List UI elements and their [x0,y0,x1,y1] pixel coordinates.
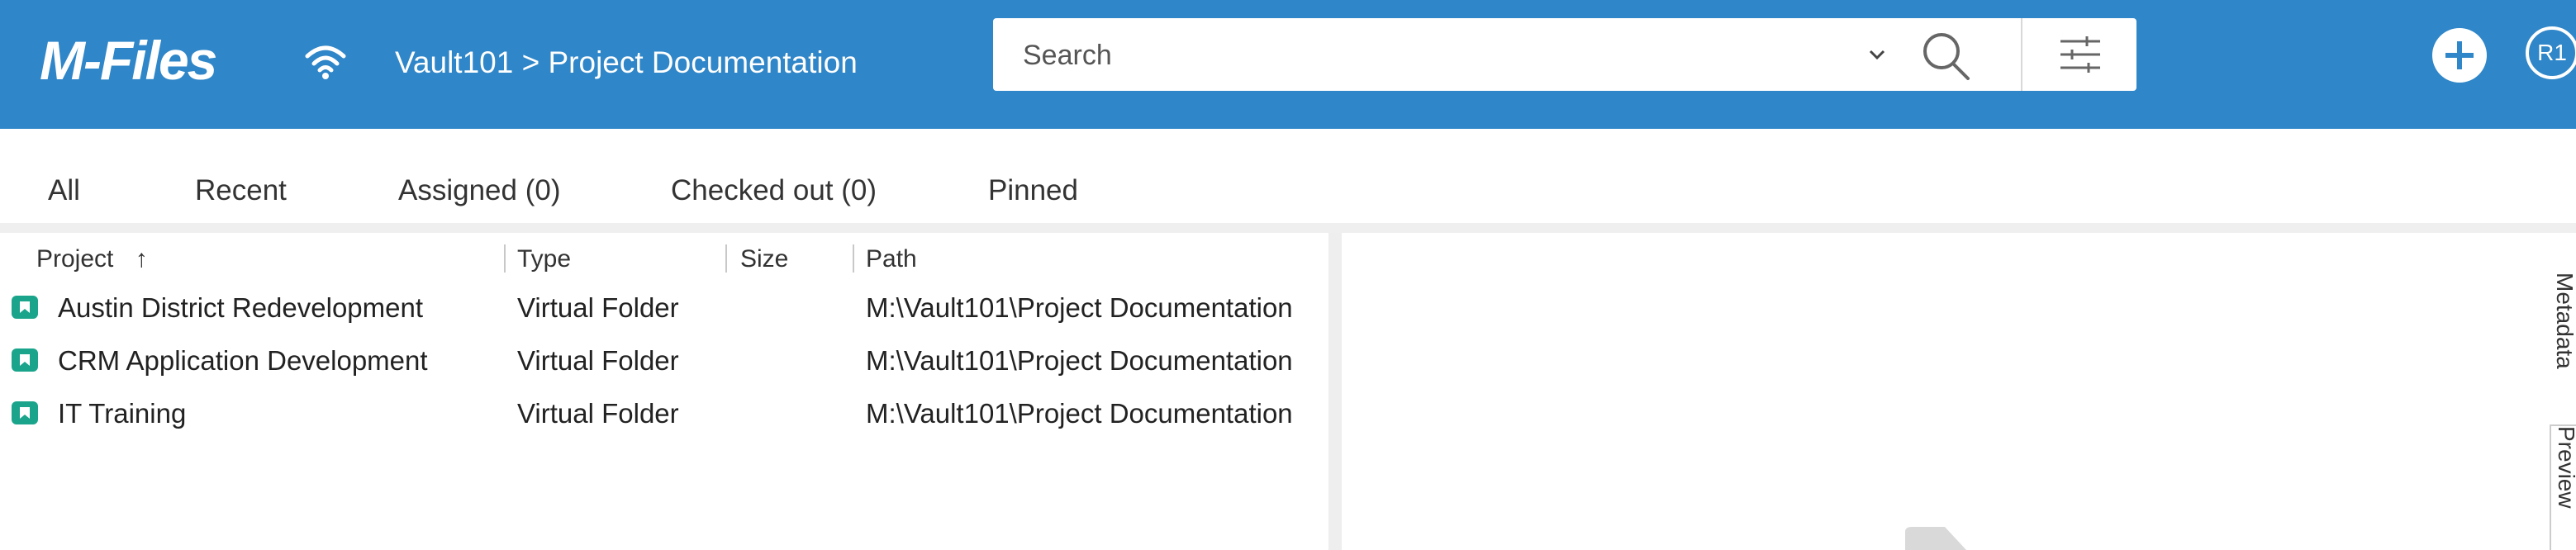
avatar-initials: R1 [2526,26,2576,79]
wifi-icon [305,45,346,79]
app-logo[interactable]: M-Files [40,25,217,96]
column-resize-handle[interactable] [504,244,506,273]
column-resize-handle[interactable] [853,244,854,273]
metadata-pane [1342,233,2576,550]
search-box [993,18,2136,91]
document-placeholder-icon [1905,527,1966,550]
folder-icon [12,401,38,424]
column-header-project-label: Project [36,245,114,273]
column-header-project[interactable]: Project ↑ [36,241,148,277]
pane-splitter[interactable] [1328,233,1342,550]
column-header-path[interactable]: Path [866,241,917,277]
object-list: Project ↑ Type Size Path Austin District… [0,233,1328,550]
tab-recent[interactable]: Recent [195,162,287,220]
column-resize-handle[interactable] [725,244,727,273]
top-bar: M-Files Vault101 > Project Documentation [0,0,2576,129]
item-path: M:\Vault101\Project Documentation [866,398,1293,429]
list-item[interactable]: CRM Application Development Virtual Fold… [0,335,1328,386]
column-header-size[interactable]: Size [740,241,788,277]
item-path: M:\Vault101\Project Documentation [866,345,1293,376]
user-avatar[interactable]: R1 [2523,26,2576,84]
tab-pinned[interactable]: Pinned [988,162,1078,220]
item-type: Virtual Folder [517,345,679,376]
folder-icon [12,296,38,319]
item-name: CRM Application Development [58,345,428,376]
side-tab-metadata[interactable]: Metadata [2550,273,2576,380]
item-type: Virtual Folder [517,292,679,323]
chevron-down-icon[interactable] [1862,40,1892,69]
search-icon[interactable] [1917,26,1975,84]
search-input[interactable] [1021,31,1851,79]
side-tab-preview-label: Preview [2554,426,2576,509]
tab-all[interactable]: All [48,162,80,220]
item-path: M:\Vault101\Project Documentation [866,292,1293,323]
tab-assigned[interactable]: Assigned (0) [398,162,560,220]
folder-icon [12,348,38,372]
search-divider [2021,18,2022,91]
breadcrumb[interactable]: Vault101 > Project Documentation [395,40,858,86]
list-item[interactable]: IT Training Virtual Folder M:\Vault101\P… [0,388,1328,439]
side-tab-preview[interactable]: Preview [2550,424,2576,550]
item-name: IT Training [58,398,187,429]
sort-ascending-icon: ↑ [135,245,148,273]
side-tab-metadata-label: Metadata [2552,273,2576,369]
plus-circle-icon[interactable] [2431,26,2488,84]
filter-icon[interactable] [2056,31,2105,78]
item-name: Austin District Redevelopment [58,292,424,323]
column-header-type[interactable]: Type [517,241,571,277]
tabs-separator [0,223,2576,233]
item-type: Virtual Folder [517,398,679,429]
list-item[interactable]: Austin District Redevelopment Virtual Fo… [0,282,1328,334]
tab-checked-out[interactable]: Checked out (0) [671,162,877,220]
